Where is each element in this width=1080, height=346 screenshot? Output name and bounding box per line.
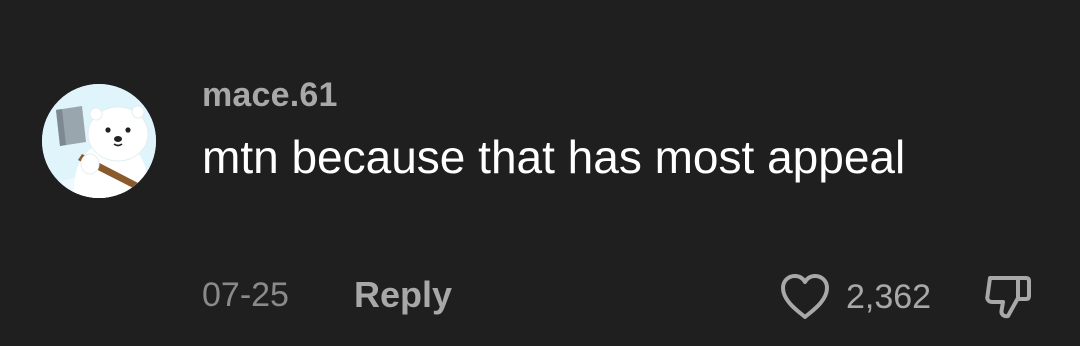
polar-bear-avatar-icon [42, 84, 156, 198]
comment-username[interactable]: mace.61 [202, 76, 338, 115]
reply-button[interactable]: Reply [354, 274, 452, 316]
comment-date: 07-25 [202, 276, 289, 314]
heart-outline-icon [781, 274, 829, 319]
comment-item: mace.61 mtn because that has most appeal… [0, 0, 1080, 346]
avatar[interactable] [42, 84, 156, 198]
dislike-button[interactable] [982, 270, 1036, 324]
comment-text: mtn because that has most appeal [202, 131, 906, 183]
like-button[interactable]: 2,362 [778, 270, 931, 324]
like-count: 2,362 [846, 277, 932, 316]
thumbs-down-icon [985, 276, 1031, 319]
